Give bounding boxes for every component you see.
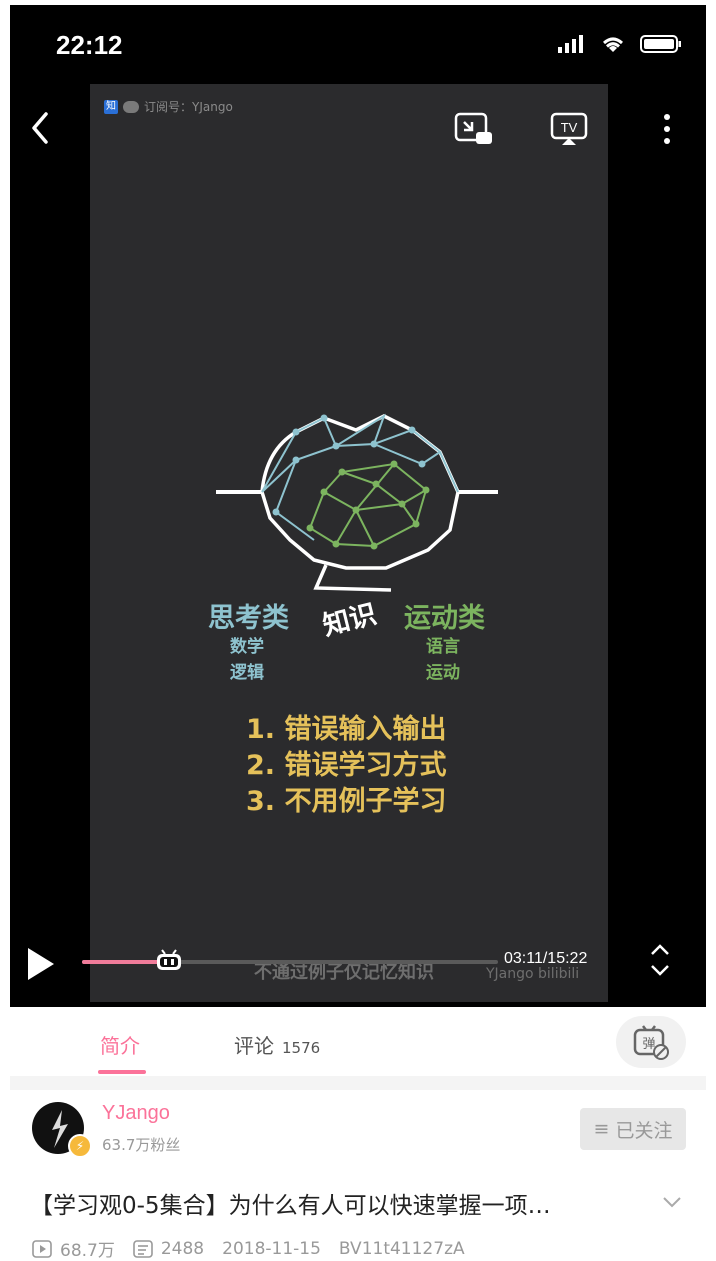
comments-count: 1576 bbox=[282, 1039, 321, 1057]
chevron-down-icon[interactable] bbox=[660, 1190, 684, 1214]
channel-watermark: 知 订阅号：YJango bbox=[104, 98, 233, 115]
uploader-fans: 63.7万粉丝 bbox=[102, 1136, 181, 1154]
danmaku-off-icon: 弹 bbox=[633, 1025, 669, 1060]
reason-item: 3. 不用例子学习 bbox=[246, 786, 447, 817]
tab-comments-label: 评论 bbox=[234, 1034, 274, 1058]
status-icons bbox=[558, 34, 682, 54]
expand-icon[interactable] bbox=[646, 940, 674, 980]
zhihu-logo-icon: 知 bbox=[104, 99, 118, 114]
active-tab-indicator bbox=[98, 1070, 146, 1074]
tv-cast-button[interactable]: TV bbox=[548, 108, 590, 150]
more-icon bbox=[664, 114, 670, 144]
progress-thumb-icon[interactable] bbox=[154, 946, 184, 972]
reasons-list: 1. 错误输入输出 2. 错误学习方式 3. 不用例子学习 bbox=[246, 712, 446, 820]
play-icon[interactable] bbox=[24, 944, 58, 984]
status-time: 22:12 bbox=[56, 30, 123, 60]
back-icon[interactable] bbox=[26, 108, 56, 148]
reason-item: 2. 错误学习方式 bbox=[246, 750, 447, 781]
danmaku-toggle-button[interactable]: 弹 bbox=[616, 1016, 686, 1068]
tab-intro[interactable]: 简介 bbox=[100, 1030, 140, 1059]
time-readout: 03:11/15:22 bbox=[504, 950, 588, 967]
move-item: 语言 bbox=[426, 637, 460, 657]
uploader-row: ⚡ YJango 63.7万粉丝 ≡ 已关注 bbox=[10, 1090, 706, 1174]
bilibili-watermark: YJango bilibili bbox=[486, 966, 580, 982]
views-icon bbox=[32, 1239, 52, 1258]
wifi-icon bbox=[603, 37, 623, 52]
more-button[interactable] bbox=[646, 108, 688, 150]
follow-button[interactable]: ≡ 已关注 bbox=[580, 1108, 686, 1150]
think-category-label: 思考类 bbox=[208, 603, 289, 634]
signal-icon bbox=[558, 35, 583, 53]
uploader-name[interactable]: YJango bbox=[102, 1102, 170, 1125]
move-items: 语言 运动 bbox=[426, 634, 460, 686]
svg-text:TV: TV bbox=[561, 120, 578, 135]
menu-lines-icon: ≡ bbox=[593, 1118, 610, 1140]
section-divider bbox=[10, 1076, 706, 1090]
tab-bar: 简介 评论 1576 弹 bbox=[10, 1008, 706, 1076]
watermark-text: 订阅号：YJango bbox=[144, 100, 233, 114]
tab-comments[interactable]: 评论 1576 bbox=[234, 1030, 320, 1059]
verified-badge-icon: ⚡ bbox=[68, 1134, 92, 1158]
think-item: 逻辑 bbox=[230, 663, 264, 683]
reason-item: 1. 错误输入输出 bbox=[246, 714, 447, 745]
video-stats: 68.7万 2488 2018-11-15 BV11t41127zA bbox=[32, 1236, 465, 1261]
move-category-label: 运动类 bbox=[404, 603, 485, 634]
battery-icon bbox=[640, 35, 681, 53]
tv-cast-icon: TV bbox=[550, 112, 588, 145]
video-title[interactable]: 【学习观0-5集合】为什么有人可以快速掌握一项… bbox=[30, 1186, 650, 1220]
danmaku-count-icon bbox=[133, 1239, 153, 1258]
view-count: 68.7万 bbox=[60, 1241, 115, 1261]
brain-network-illustration bbox=[216, 413, 498, 592]
think-items: 数学 逻辑 bbox=[230, 634, 264, 686]
move-item: 运动 bbox=[426, 663, 460, 683]
wechat-logo-icon bbox=[123, 100, 139, 113]
think-item: 数学 bbox=[230, 637, 264, 657]
picture-in-picture-button[interactable] bbox=[452, 108, 494, 150]
follow-label: 已关注 bbox=[615, 1119, 673, 1142]
picture-in-picture-icon bbox=[454, 112, 492, 144]
